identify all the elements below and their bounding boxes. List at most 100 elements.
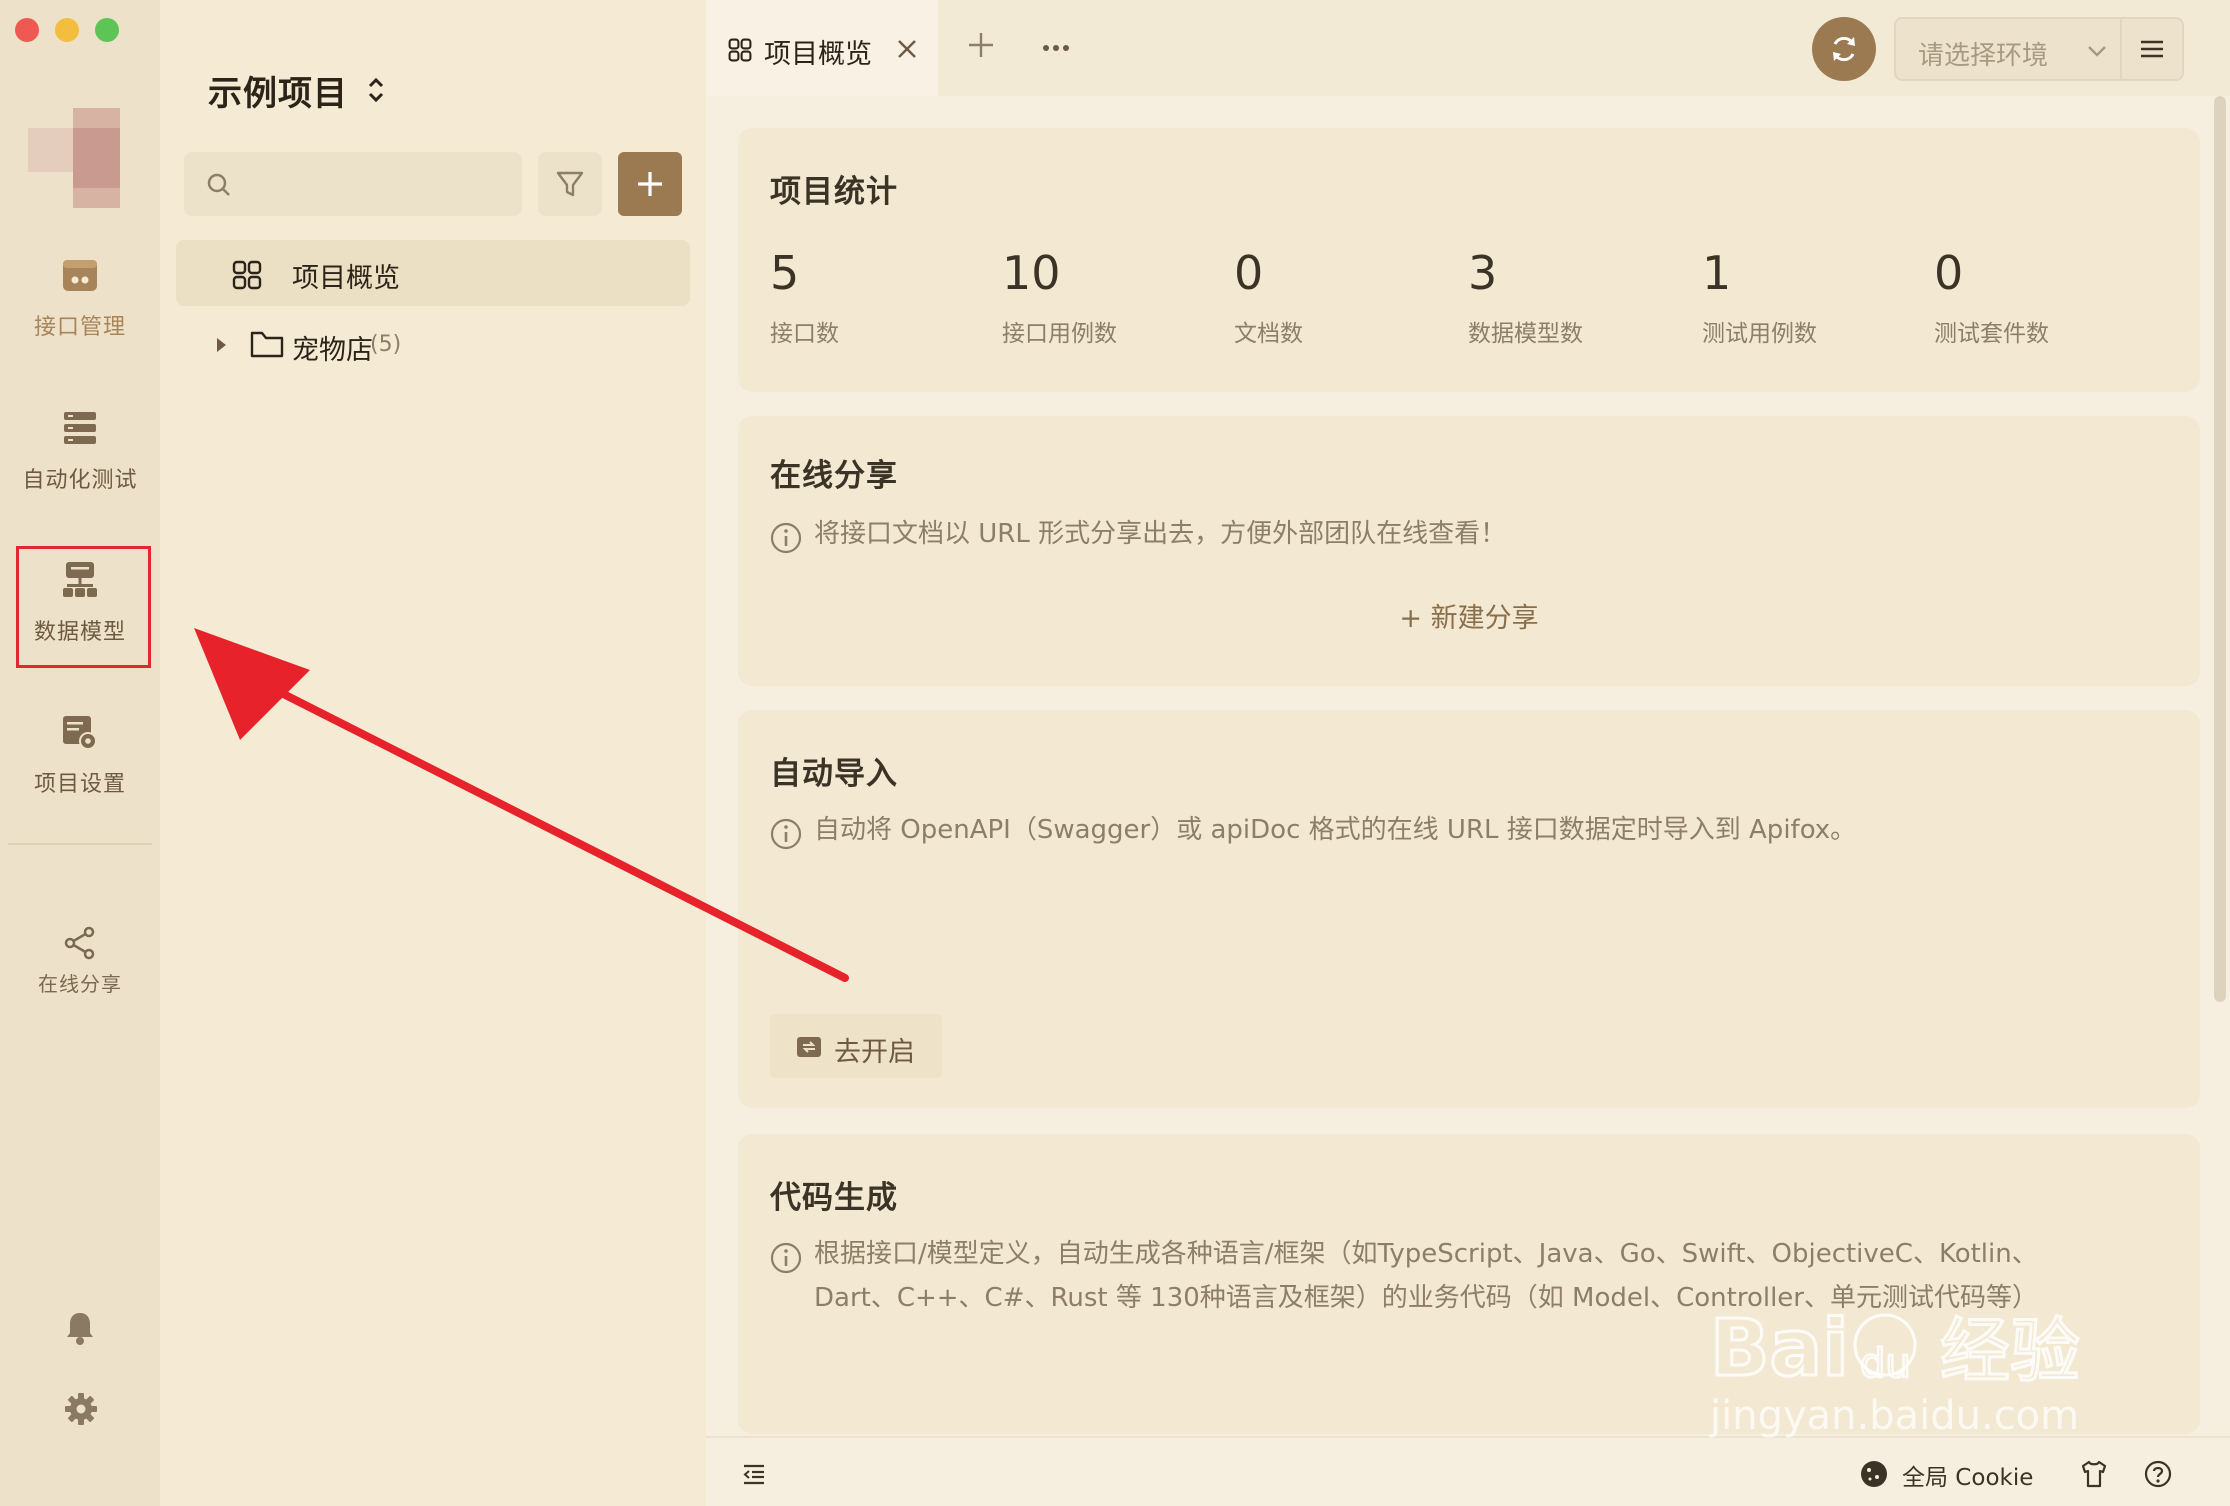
gear-icon[interactable]: [64, 1392, 98, 1426]
left-rail: 接口管理 自动化测试 数据模型 项目设置 在线分享: [0, 0, 160, 1506]
window-close-button[interactable]: [15, 18, 39, 42]
card-description: 自动将 OpenAPI（Swagger）或 apiDoc 格式的在线 URL 接…: [770, 808, 1856, 852]
bell-icon[interactable]: [64, 1310, 96, 1346]
cookie-label: 全局 Cookie: [1902, 1465, 2034, 1491]
chevron-down-icon: [2088, 46, 2106, 57]
menu-button[interactable]: [2120, 17, 2184, 81]
stat-item: 10 接口用例数: [1002, 246, 1117, 348]
stat-label: 接口数: [770, 321, 839, 347]
tree-search-box[interactable]: [184, 152, 522, 216]
sync-icon: [1833, 36, 1855, 62]
stat-item: 0 测试套件数: [1934, 246, 2049, 348]
filter-icon: [556, 171, 584, 197]
stat-label: 数据模型数: [1468, 321, 1583, 347]
stat-item: 0 文档数: [1234, 246, 1303, 348]
api-management-icon: [63, 260, 97, 291]
stat-label: 测试套件数: [1934, 321, 2049, 347]
rail-item-automated-test[interactable]: 自动化测试: [0, 408, 160, 494]
chevron-up-down-icon[interactable]: [366, 73, 386, 107]
rail-item-label: 自动化测试: [22, 468, 138, 493]
tab-bar: 项目概览 请选择环境: [706, 0, 2230, 96]
more-icon[interactable]: [1042, 38, 1070, 58]
card-title: 项目统计: [770, 174, 898, 210]
tree-item-count: (5): [370, 332, 402, 357]
online-share-card: 在线分享 将接口文档以 URL 形式分享出去，方便外部团队在线查看！ + 新建分…: [738, 416, 2200, 686]
card-title: 在线分享: [770, 458, 898, 494]
rail-item-project-settings[interactable]: 项目设置: [0, 712, 160, 798]
stat-value: 3: [1468, 246, 1498, 300]
grid-icon: [728, 38, 752, 62]
stat-value: 0: [1234, 246, 1264, 300]
stat-label: 接口用例数: [1002, 321, 1117, 347]
new-share-button[interactable]: + 新建分享: [738, 596, 2200, 635]
stat-item: 1 测试用例数: [1702, 246, 1817, 348]
rail-item-share[interactable]: 在线分享: [0, 926, 160, 997]
card-description: 根据接口/模型定义，自动生成各种语言/框架（如TypeScript、Java、G…: [770, 1232, 2038, 1320]
environment-select-label: 请选择环境: [1918, 41, 2049, 71]
project-tree-panel: 示例项目 项目概览 宠物店 (5): [160, 0, 706, 1506]
enable-button-label: 去开启: [834, 1037, 915, 1068]
card-title: 自动导入: [770, 756, 898, 792]
stat-value: 10: [1002, 246, 1061, 300]
card-title: 代码生成: [770, 1180, 898, 1216]
description-text-line1: 根据接口/模型定义，自动生成各种语言/框架（如TypeScript、Java、G…: [814, 1239, 2038, 1269]
card-description: 将接口文档以 URL 形式分享出去，方便外部团队在线查看！: [770, 512, 1506, 556]
hamburger-icon: [2141, 40, 2163, 58]
status-bar: 全局 Cookie: [706, 1436, 2230, 1506]
project-avatar[interactable]: [28, 108, 120, 208]
rail-divider: [8, 843, 152, 845]
tab-overview[interactable]: 项目概览: [706, 0, 938, 96]
theme-shirt-icon[interactable]: [2080, 1460, 2108, 1488]
tree-item-label: 宠物店: [292, 335, 373, 366]
description-text: 将接口文档以 URL 形式分享出去，方便外部团队在线查看！: [814, 519, 1507, 549]
filter-button[interactable]: [538, 152, 602, 216]
project-settings-icon: [63, 716, 97, 750]
share-icon: [64, 926, 95, 960]
stat-item: 5 接口数: [770, 246, 839, 348]
rail-item-label: 在线分享: [38, 972, 122, 996]
folder-icon: [250, 331, 284, 358]
plus-icon: [638, 172, 662, 196]
rail-item-label: 接口管理: [33, 315, 126, 340]
caret-right-icon[interactable]: [214, 336, 228, 354]
description-text-line2: Dart、C++、C#、Rust 等 130种语言及框架）的业务代码（如 Mod…: [814, 1283, 2038, 1313]
tree-item-petshop-folder[interactable]: 宠物店 (5): [176, 312, 690, 378]
window-minimize-button[interactable]: [55, 18, 79, 42]
rail-item-api-management[interactable]: 接口管理: [0, 255, 160, 341]
enable-import-button[interactable]: 去开启: [770, 1014, 942, 1078]
new-tab-plus-icon[interactable]: [966, 30, 996, 60]
stat-item: 3 数据模型数: [1468, 246, 1583, 348]
search-icon: [207, 173, 230, 196]
stat-value: 5: [770, 246, 800, 300]
environment-select[interactable]: 请选择环境: [1894, 17, 2122, 81]
description-text: 自动将 OpenAPI（Swagger）或 apiDoc 格式的在线 URL 接…: [814, 815, 1857, 845]
grid-icon: [232, 260, 262, 290]
collapse-sidebar-icon[interactable]: [742, 1462, 766, 1486]
tree-item-label: 项目概览: [292, 263, 400, 294]
sync-button[interactable]: [1812, 17, 1876, 81]
stat-value: 1: [1702, 246, 1732, 300]
help-icon[interactable]: [2144, 1460, 2172, 1488]
tab-label: 项目概览: [764, 39, 872, 70]
automated-test-icon: [64, 412, 96, 444]
import-icon: [797, 1037, 821, 1057]
add-button[interactable]: [618, 152, 682, 216]
close-icon[interactable]: [896, 38, 918, 60]
stat-value: 0: [1934, 246, 1964, 300]
highlight-box: [16, 546, 151, 668]
rail-item-label: 项目设置: [33, 772, 126, 797]
window-zoom-button[interactable]: [95, 18, 119, 42]
project-title[interactable]: 示例项目: [208, 66, 348, 115]
tree-item-overview[interactable]: 项目概览: [176, 240, 690, 306]
auto-import-card: 自动导入 自动将 OpenAPI（Swagger）或 apiDoc 格式的在线 …: [738, 710, 2200, 1108]
info-icon: [770, 1242, 802, 1274]
main-scrollbar[interactable]: [2214, 96, 2226, 1002]
cookie-icon: [1861, 1461, 1887, 1487]
stat-label: 文档数: [1234, 321, 1303, 347]
info-icon: [770, 522, 802, 554]
code-generation-card: 代码生成 根据接口/模型定义，自动生成各种语言/框架（如TypeScript、J…: [738, 1134, 2200, 1434]
project-stats-card: 项目统计 5 接口数 10 接口用例数 0 文档数 3 数据模型数 1 测试用例…: [738, 128, 2200, 392]
stat-label: 测试用例数: [1702, 321, 1817, 347]
main-area: 项目概览 请选择环境 项目统计 5 接口数 10 接口用例数 0 文档数 3 数…: [706, 0, 2230, 1506]
search-input[interactable]: [244, 164, 504, 204]
